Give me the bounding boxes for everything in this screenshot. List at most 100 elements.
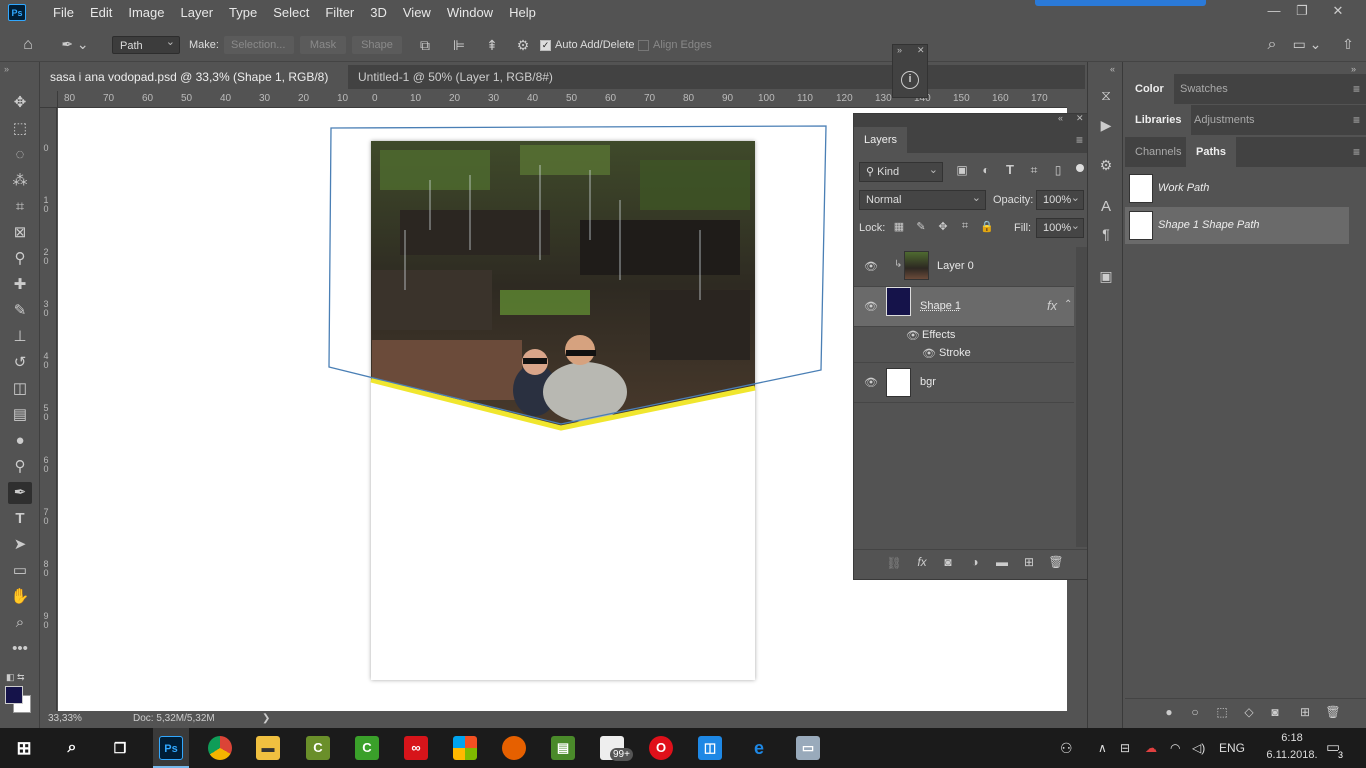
layer-filter-select[interactable]: ⚲ Kind ⌄ [859,162,943,182]
language-indicator[interactable]: ENG [1219,728,1245,768]
panel-menu-icon[interactable]: ≡ [1353,113,1360,127]
camtasia-icon[interactable]: C [306,736,330,760]
network-app-icon[interactable]: ◫ [698,736,722,760]
expand-panel-icon[interactable]: « [1058,113,1063,123]
volume-icon[interactable]: ◁) [1192,728,1205,768]
collapse-dock-icon[interactable]: « [1110,64,1115,74]
add-mask-icon[interactable]: ◙ [1267,705,1283,719]
layer-row-shape-1[interactable]: 👁 Shape 1 fx ⌃ [854,287,1074,327]
status-menu-arrow[interactable]: ❯ [262,713,270,724]
lock-all-icon[interactable]: 🔒 [980,220,994,233]
remote-desktop-icon[interactable]: ▭ [796,736,820,760]
layer-row-bgr[interactable]: 👁 bgr [854,363,1074,403]
opacity-input[interactable]: 100% ⌄ [1036,190,1084,210]
layers-tabbar: Layers ≡ [854,127,1089,153]
tab-libraries[interactable]: Libraries [1125,105,1192,135]
path-name: Work Path [1158,182,1210,194]
trash-icon[interactable]: 🗑 [1048,555,1064,569]
people-icon[interactable]: ⚇ [1060,728,1073,768]
close-panel-icon[interactable]: ✕ [917,45,925,56]
actions-play-icon[interactable]: ▶ [1096,117,1116,134]
opera-icon[interactable]: O [649,736,673,760]
filter-adjustment-icon[interactable]: ◐ [978,163,994,177]
filter-type-icon[interactable]: T [1002,162,1018,177]
blend-mode-select[interactable]: Normal ⌄ [859,190,986,210]
link-layers-icon[interactable]: ⛓ [886,556,902,570]
tab-channels[interactable]: Channels [1125,137,1191,167]
edge-icon[interactable]: e [747,736,771,760]
make-work-path-icon[interactable]: ◇ [1241,705,1257,719]
effects-visibility-eye-icon[interactable]: 👁 [906,329,920,342]
store-icon[interactable] [453,736,477,760]
visibility-eye-icon[interactable]: 👁 [864,376,878,389]
new-layer-icon[interactable]: ⊞ [1021,555,1037,569]
info-icon[interactable]: i [901,71,919,89]
stroke-effect-row[interactable]: 👁 Stroke [854,346,1074,363]
tab-adjustments[interactable]: Adjustments [1184,105,1265,135]
load-as-selection-icon[interactable]: ⬚ [1214,705,1230,719]
effects-row[interactable]: 👁 Effects [854,327,1074,346]
firefox-icon[interactable] [502,736,526,760]
new-group-icon[interactable]: ▬ [994,555,1010,569]
filter-shape-icon[interactable]: ⌗ [1026,163,1042,178]
file-explorer-icon[interactable]: ▬ [256,736,280,760]
path-row-shape-1-shape-path[interactable]: Shape 1 Shape Path [1125,207,1349,244]
image-panel-icon[interactable]: ▣ [1096,268,1116,285]
properties-icon[interactable]: ⚙ [1096,157,1116,174]
tab-color[interactable]: Color [1125,74,1174,104]
stroke-visibility-eye-icon[interactable]: 👁 [922,347,936,360]
creative-cloud-icon[interactable]: ∞ [404,736,428,760]
close-panel-icon[interactable]: ✕ [1076,113,1084,124]
collapse-panels-icon[interactable]: » [1351,64,1356,74]
search-icon[interactable]: ⌕ [60,736,84,760]
tab-swatches[interactable]: Swatches [1170,74,1238,104]
windows-start-icon[interactable]: ⊞ [12,736,36,760]
lock-position-icon[interactable]: ✥ [936,220,950,233]
fill-path-icon[interactable]: ● [1161,705,1177,719]
camtasia-recorder-icon[interactable]: C [355,736,379,760]
filter-smart-object-icon[interactable]: ▯ [1050,163,1066,177]
collapse-effects-icon[interactable]: ⌃ [1064,299,1072,310]
clock-date[interactable]: 6.11.2018. [1258,749,1326,761]
panel-menu-icon[interactable]: ≡ [1076,133,1083,147]
task-view-icon[interactable]: ❐ [108,736,132,760]
tab-paths[interactable]: Paths [1186,137,1236,167]
antivirus-icon[interactable]: ☁ [1145,728,1157,768]
opacity-label: Opacity: [993,194,1034,206]
zoom-level[interactable]: 33,33% [48,713,82,724]
visibility-eye-icon[interactable]: 👁 [864,260,878,273]
spreadsheet-app-icon[interactable]: ▤ [551,736,575,760]
visibility-eye-icon[interactable]: 👁 [864,300,878,313]
lock-artboard-icon[interactable]: ⌗ [958,220,972,233]
new-path-icon[interactable]: ⊞ [1297,705,1313,719]
photoshop-app-icon[interactable]: Ps [159,736,183,760]
lock-image-icon[interactable]: ✎ [914,220,928,233]
path-row-work-path[interactable]: Work Path [1125,170,1349,207]
wifi-icon[interactable]: ◠ [1170,728,1180,768]
stroke-path-icon[interactable]: ○ [1187,705,1203,719]
filter-pixel-icon[interactable]: ▣ [954,163,970,177]
panel-menu-icon[interactable]: ≡ [1353,145,1360,159]
layer-effects-icon[interactable]: fx [1047,298,1057,313]
trash-icon[interactable]: 🗑 [1325,705,1341,719]
clock-time[interactable]: 6:18 [1262,732,1322,744]
paragraph-icon[interactable]: ¶ [1096,226,1116,242]
add-mask-icon[interactable]: ◙ [940,555,956,569]
new-adjustment-icon[interactable]: ◑ [967,555,983,569]
lock-label: Lock: [859,222,886,234]
lock-transparent-icon[interactable]: ▦ [892,220,906,233]
expand-panel-icon[interactable]: » [897,45,902,55]
panel-header[interactable]: « ✕ [854,113,1089,127]
panel-menu-icon[interactable]: ≡ [1353,82,1360,96]
network-icon[interactable]: ⊟ [1120,728,1130,768]
layer-row-layer-0[interactable]: 👁 ↳ Layer 0 [854,247,1074,287]
action-center-icon[interactable]: ▭ [1326,728,1340,768]
fill-input[interactable]: 100% ⌄ [1036,218,1084,238]
tab-layers[interactable]: Layers [854,127,908,153]
character-icon[interactable]: A [1096,198,1116,215]
add-style-icon[interactable]: fx [914,555,930,569]
chevron-up-icon[interactable]: ∧ [1098,728,1107,768]
filter-toggle-icon[interactable] [1076,164,1084,172]
history-icon[interactable]: ⧖ [1096,87,1116,104]
chrome-icon[interactable] [208,736,232,760]
